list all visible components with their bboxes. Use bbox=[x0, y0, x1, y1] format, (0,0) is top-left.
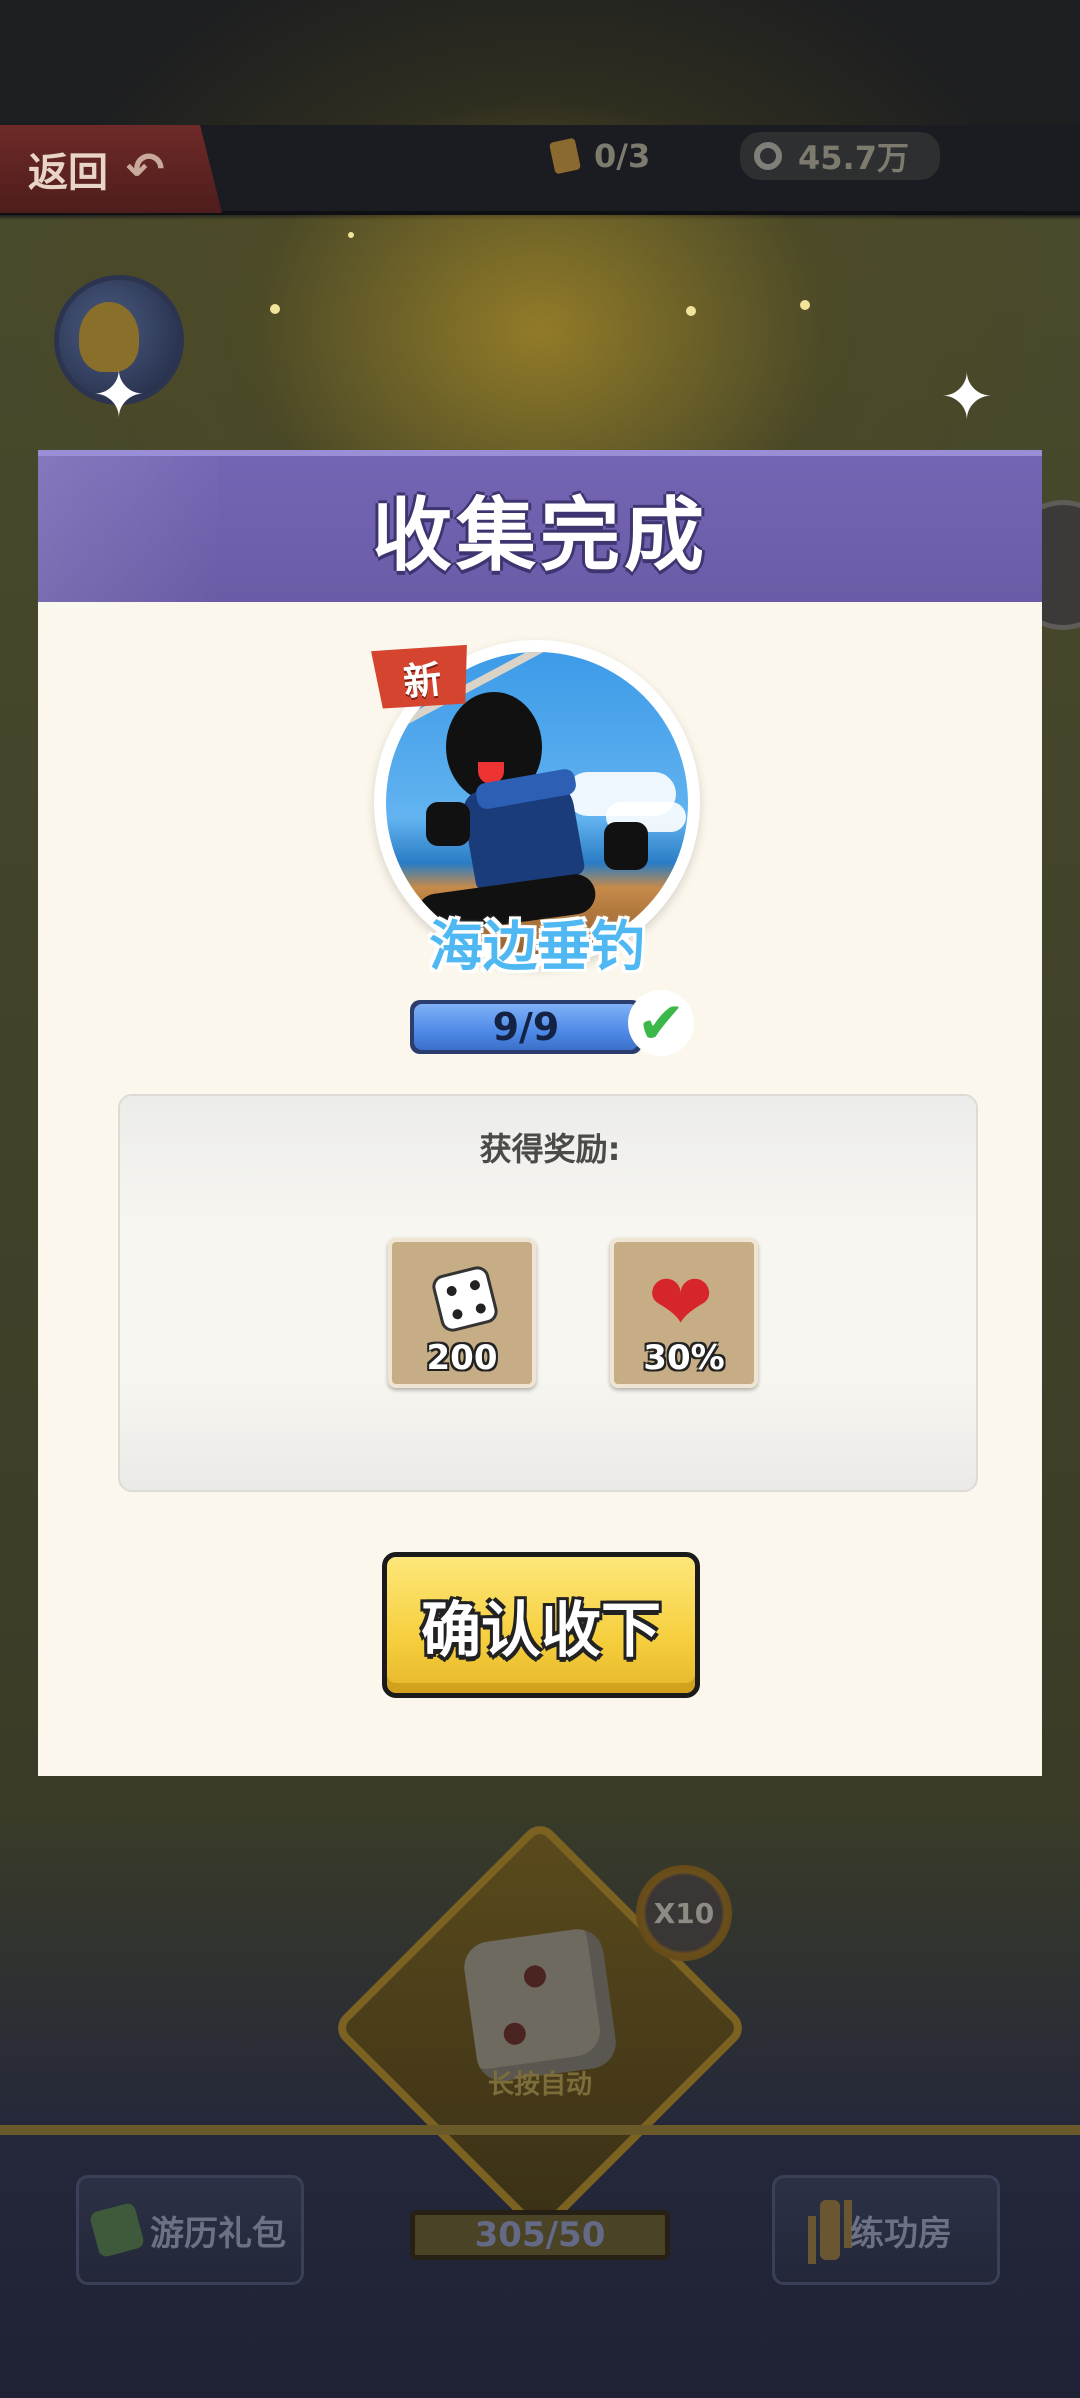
glow-dot bbox=[270, 304, 280, 314]
dice-icon[interactable] bbox=[460, 1925, 620, 2085]
bottom-bar-divider bbox=[0, 2125, 1080, 2135]
ticket-count: 0/3 bbox=[594, 137, 651, 175]
sparkle-icon: ✦ bbox=[92, 359, 146, 433]
x10-label: X10 bbox=[653, 1896, 715, 1930]
wooden-dummy-icon bbox=[820, 2200, 840, 2260]
rewards-title: 获得奖励: bbox=[479, 1130, 621, 1168]
ninja-hand bbox=[604, 822, 648, 870]
steps-counter: 305/50 bbox=[410, 2210, 670, 2260]
reward-item-heart: ❤ 30% bbox=[610, 1238, 758, 1388]
confirm-accept-button[interactable]: 确认收下 bbox=[382, 1552, 700, 1698]
ticket-counter: 0/3 bbox=[548, 132, 702, 180]
ninja-hand bbox=[426, 802, 470, 846]
dice-hint: 长按自动 bbox=[487, 2070, 592, 2100]
collection-progress-bar: 9/9 bbox=[410, 1000, 642, 1054]
reward-value: 30% bbox=[643, 1338, 725, 1378]
glow-dot bbox=[686, 306, 696, 316]
steps-value: 305/50 bbox=[474, 2215, 606, 2255]
coin-count: 45.7万 bbox=[798, 139, 909, 177]
undo-arrow-icon: ↶ bbox=[126, 142, 165, 196]
glow-dot bbox=[348, 232, 354, 238]
travel-gift-button[interactable]: 游历礼包 bbox=[76, 2175, 304, 2285]
progress-fill: 9/9 bbox=[414, 1004, 638, 1050]
sparkle-icon: ✦ bbox=[940, 361, 994, 435]
training-room-label: 练功房 bbox=[850, 2213, 952, 2254]
rewards-panel: 获得奖励: 200 ❤ 30% bbox=[118, 1094, 978, 1492]
dialog-header: 收集完成 bbox=[38, 450, 1042, 608]
gift-bag-icon bbox=[88, 2201, 146, 2259]
progress-text: 9/9 bbox=[492, 1005, 560, 1049]
training-room-button[interactable]: 练功房 bbox=[772, 2175, 1000, 2285]
heart-icon: ❤ bbox=[648, 1258, 714, 1348]
checkmark-icon: ✔ bbox=[628, 990, 694, 1056]
back-label: 返回 bbox=[28, 150, 108, 196]
travel-gift-label: 游历礼包 bbox=[150, 2213, 286, 2254]
reward-item-dice: 200 bbox=[388, 1238, 536, 1388]
collection-complete-dialog: 收集完成 新 海边垂钓 9/9 ✔ 获得奖励: 200 ❤ 30% 确认收下 bbox=[38, 450, 1042, 1776]
item-name: 海边垂钓 bbox=[429, 915, 645, 978]
dice-icon bbox=[429, 1263, 501, 1335]
x10-multiplier-button[interactable]: X10 bbox=[636, 1865, 732, 1961]
ticket-icon bbox=[548, 137, 582, 175]
glow-dot bbox=[800, 300, 810, 310]
coin-counter: 45.7万 bbox=[740, 132, 940, 180]
reward-value: 200 bbox=[426, 1338, 498, 1378]
dialog-title: 收集完成 bbox=[372, 489, 708, 582]
new-badge: 新 bbox=[371, 641, 473, 713]
coin-icon bbox=[754, 142, 782, 170]
back-button[interactable]: 返回 ↶ bbox=[0, 125, 222, 213]
